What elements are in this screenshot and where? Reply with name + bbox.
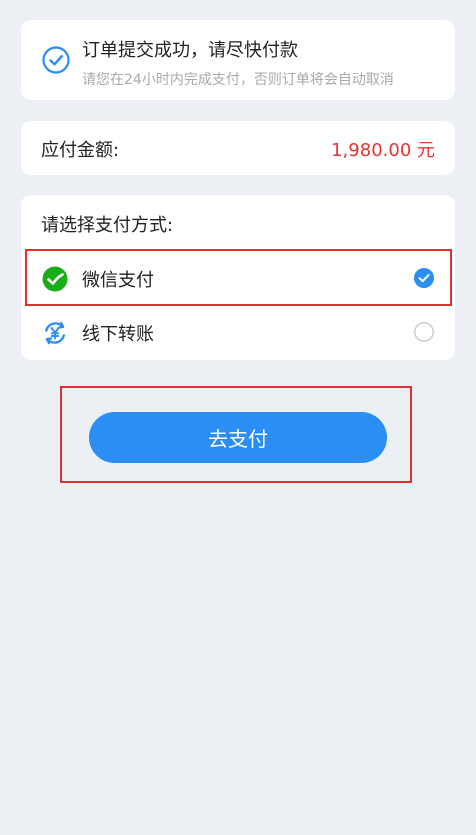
payment-method-card: 请选择支付方式: 微信支付 线下转账 <box>21 195 455 360</box>
amount-due-card: 应付金额: 1,980.00 元 <box>21 121 455 175</box>
payment-page: 订单提交成功，请尽快付款 请您在24小时内完成支付，否则订单将会自动取消 应付金… <box>0 0 476 835</box>
amount-due-label: 应付金额: <box>41 140 120 161</box>
payment-method-header: 请选择支付方式: <box>41 215 174 236</box>
go-pay-button[interactable]: 去支付 <box>89 412 387 463</box>
payment-option-wechat[interactable]: 微信支付 <box>21 251 455 305</box>
check-circle-icon <box>42 46 70 74</box>
payment-option-offline-label: 线下转账 <box>82 324 154 345</box>
yuan-transfer-icon <box>45 321 65 345</box>
payment-option-wechat-label: 微信支付 <box>82 270 154 291</box>
radio-checked-icon[interactable] <box>414 268 434 288</box>
order-success-card: 订单提交成功，请尽快付款 请您在24小时内完成支付，否则订单将会自动取消 <box>21 20 455 100</box>
wechat-icon <box>42 266 68 292</box>
payment-option-offline-transfer[interactable]: 线下转账 <box>21 305 455 359</box>
radio-unchecked-icon[interactable] <box>414 322 434 342</box>
order-success-subtitle: 请您在24小时内完成支付，否则订单将会自动取消 <box>82 72 394 88</box>
order-success-title: 订单提交成功，请尽快付款 <box>82 40 298 61</box>
amount-due-value: 1,980.00 元 <box>331 140 435 161</box>
